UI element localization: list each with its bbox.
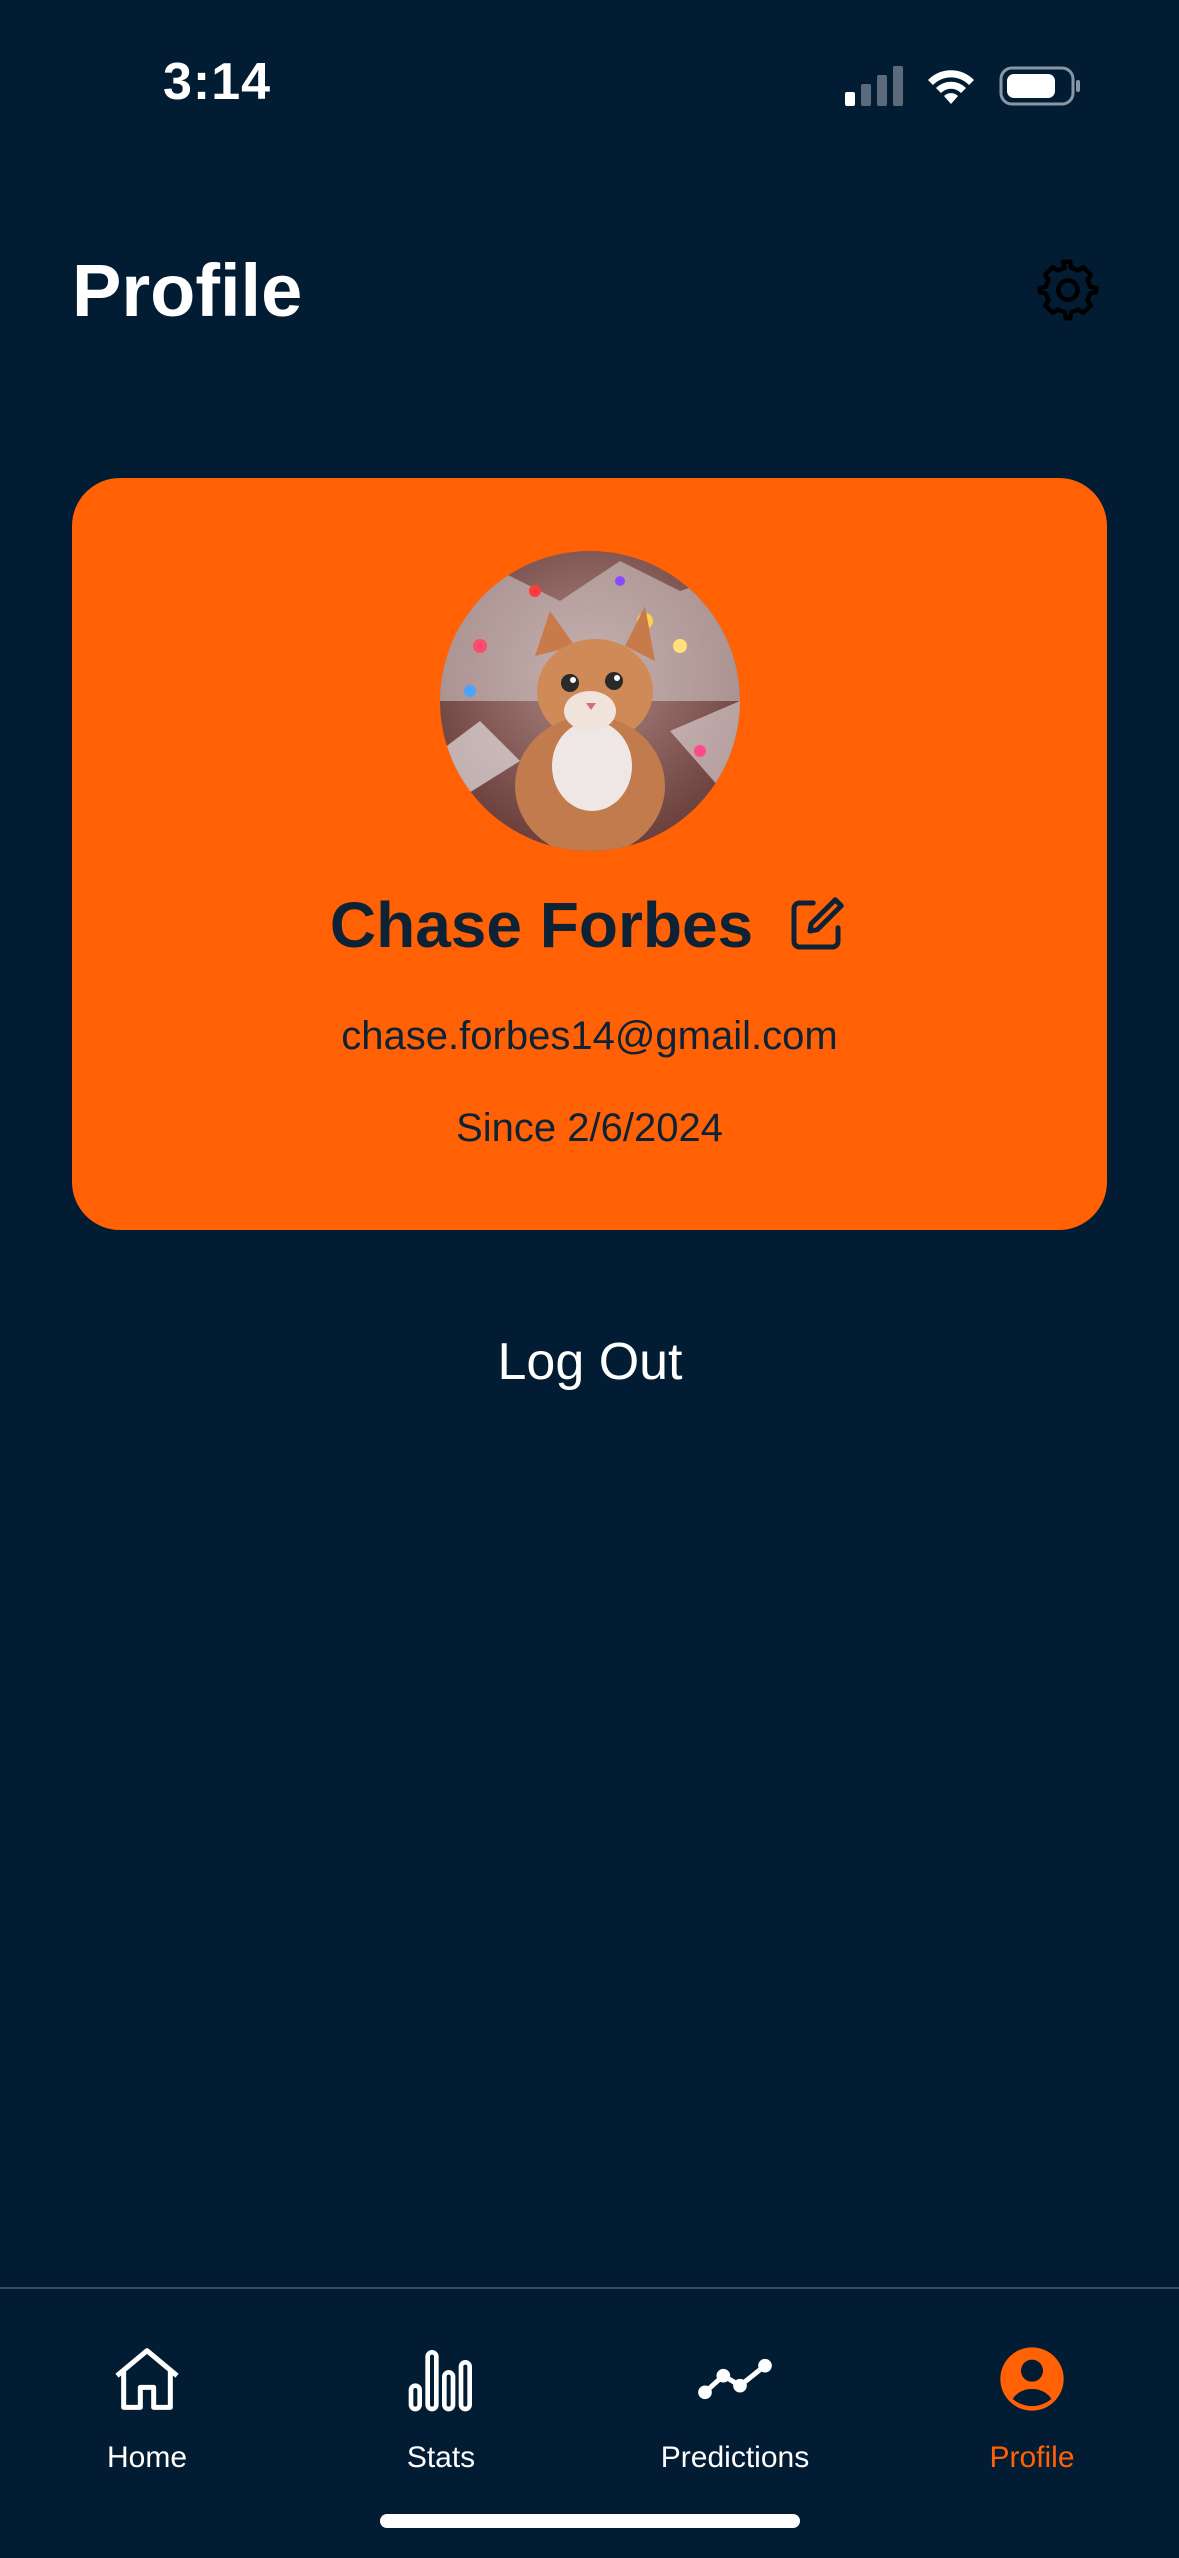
trend-line-icon — [698, 2358, 772, 2400]
tab-profile[interactable]: Profile — [885, 2339, 1179, 2489]
tab-home[interactable]: Home — [0, 2339, 294, 2489]
gear-icon — [1037, 259, 1099, 321]
tab-label: Stats — [406, 2441, 476, 2474]
profile-name: Chase Forbes — [329, 889, 754, 961]
status-icons — [845, 66, 1081, 106]
avatar[interactable] — [440, 551, 740, 851]
logout-button[interactable]: Log Out — [390, 1322, 790, 1402]
status-time: 3:14 — [163, 53, 272, 111]
profile-email: chase.forbes14@gmail.com — [341, 1014, 838, 1058]
page-title: Profile — [72, 249, 303, 332]
tab-predictions[interactable]: Predictions — [588, 2339, 882, 2489]
member-since: Since 2/6/2024 — [456, 1106, 723, 1150]
profile-card: Chase Forbes chase.forbes14@gmail.com Si… — [72, 478, 1107, 1230]
wifi-icon — [928, 70, 974, 104]
cellular-signal-icon — [845, 66, 903, 106]
edit-icon — [791, 897, 844, 950]
edit-name-button[interactable] — [783, 892, 849, 958]
settings-button[interactable] — [1032, 254, 1104, 326]
tab-label: Home — [106, 2441, 188, 2474]
tab-label: Predictions — [660, 2441, 810, 2474]
status-bar: 3:14 — [0, 0, 1179, 170]
tab-stats[interactable]: Stats — [294, 2339, 588, 2489]
tab-label: Profile — [989, 2441, 1075, 2474]
home-indicator[interactable] — [380, 2514, 800, 2528]
battery-icon — [999, 66, 1080, 106]
person-icon — [1000, 2347, 1064, 2411]
avatar-photo — [440, 551, 740, 851]
bar-chart-icon — [408, 2350, 472, 2412]
home-icon — [115, 2348, 179, 2410]
name-row: Chase Forbes — [72, 888, 1107, 962]
